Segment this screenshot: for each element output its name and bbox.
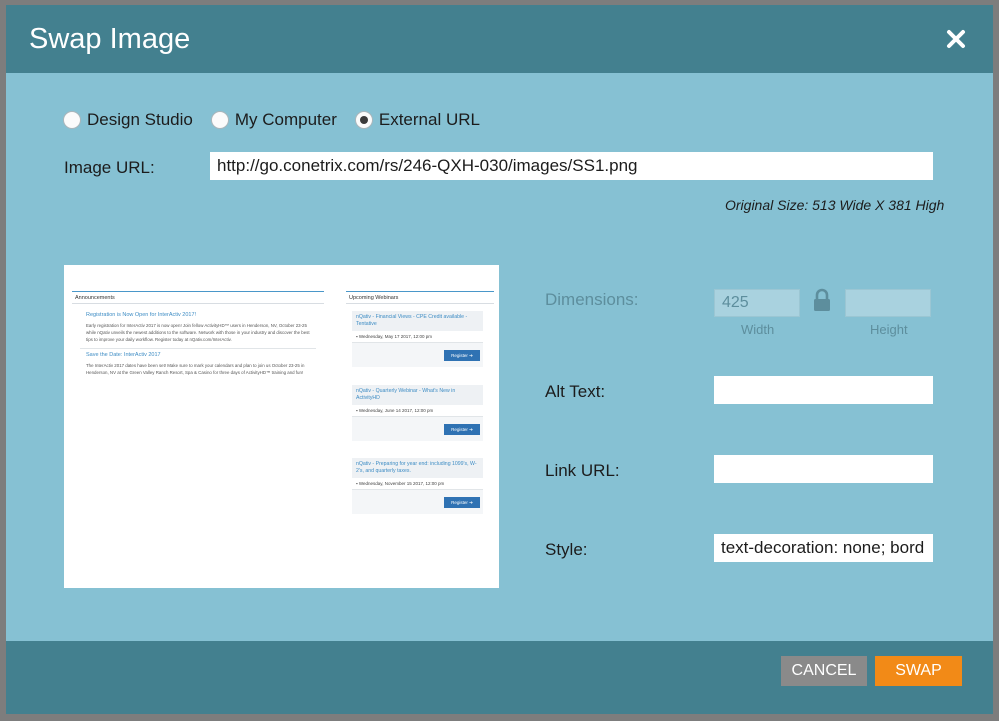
style-label: Style: bbox=[545, 540, 588, 559]
announcement-body: The InterActiv 2017 dates have been set!… bbox=[86, 363, 305, 375]
calendar-icon: ▪ bbox=[356, 408, 358, 413]
announcement-item: Registration is Now Open for InterActiv … bbox=[72, 304, 324, 343]
webinar-card: nQativ - Financial Views - CPE Credit av… bbox=[352, 311, 483, 367]
announcement-body: Early registration for InterActiv 2017 i… bbox=[86, 323, 310, 342]
style-input[interactable] bbox=[714, 534, 933, 562]
original-size-text: Original Size: 513 Wide X 381 High bbox=[725, 197, 945, 213]
webinar-body: Register ➔ bbox=[352, 417, 483, 441]
lock-icon[interactable] bbox=[812, 288, 832, 312]
announcements-panel: Announcements Registration is Now Open f… bbox=[72, 291, 324, 425]
image-source-radio-group: Design Studio My Computer External URL bbox=[63, 110, 480, 130]
register-button: Register ➔ bbox=[444, 424, 480, 435]
radio-circle-design-studio[interactable] bbox=[63, 111, 81, 129]
webinar-date: ▪ Wednesday, June 14 2017, 12:00 pm bbox=[352, 405, 483, 417]
dialog-header: Swap Image bbox=[6, 5, 993, 73]
alt-text-input[interactable] bbox=[714, 376, 933, 404]
webinar-date-text: Wednesday, June 14 2017, 12:00 pm bbox=[358, 408, 434, 413]
webinar-title: nQativ - Quarterly Webinar - What's New … bbox=[352, 385, 483, 405]
height-label: Height bbox=[870, 322, 908, 337]
register-button: Register ➔ bbox=[444, 350, 480, 361]
radio-external-url[interactable]: External URL bbox=[354, 110, 480, 130]
radio-label: Design Studio bbox=[87, 110, 193, 129]
swap-button[interactable]: SWAP bbox=[875, 656, 962, 686]
announcements-title: Announcements bbox=[72, 292, 324, 304]
webinar-date: ▪ Wednesday, May 17 2017, 12:00 pm bbox=[352, 331, 483, 343]
arrow-right-icon: ➔ bbox=[469, 427, 473, 432]
calendar-icon: ▪ bbox=[356, 481, 358, 486]
image-url-input[interactable] bbox=[210, 152, 933, 180]
radio-label: My Computer bbox=[234, 110, 337, 129]
webinar-card: nQativ - Preparing for year end: includi… bbox=[352, 458, 483, 514]
webinar-card: nQativ - Quarterly Webinar - What's New … bbox=[352, 385, 483, 441]
announcement-heading: Save the Date: InterActiv 2017 bbox=[86, 352, 161, 358]
webinar-date: ▪ Wednesday, November 15 2017, 12:00 pm bbox=[352, 478, 483, 490]
link-url-label: Link URL: bbox=[545, 461, 620, 480]
webinar-date-text: Wednesday, May 17 2017, 12:00 pm bbox=[358, 334, 433, 339]
register-label: Register bbox=[451, 500, 468, 505]
webinar-body: Register ➔ bbox=[352, 490, 483, 514]
announcement-item: Save the Date: InterActiv 2017 The Inter… bbox=[72, 349, 324, 376]
radio-design-studio[interactable]: Design Studio bbox=[63, 110, 193, 130]
link-url-input[interactable] bbox=[714, 455, 933, 483]
cancel-button[interactable]: CANCEL bbox=[781, 656, 867, 686]
radio-my-computer[interactable]: My Computer bbox=[210, 110, 337, 130]
radio-circle-my-computer[interactable] bbox=[210, 111, 229, 129]
dialog-title: Swap Image bbox=[29, 23, 191, 55]
alt-text-label: Alt Text: bbox=[545, 382, 606, 401]
width-input[interactable] bbox=[714, 289, 800, 317]
image-preview: Announcements Registration is Now Open f… bbox=[64, 265, 499, 588]
webinar-title: nQativ - Financial Views - CPE Credit av… bbox=[352, 311, 483, 331]
width-label: Width bbox=[741, 322, 775, 337]
height-input[interactable] bbox=[845, 289, 931, 317]
close-icon[interactable] bbox=[944, 27, 968, 51]
webinars-title: Upcoming Webinars bbox=[346, 292, 494, 304]
register-label: Register bbox=[451, 353, 468, 358]
radio-circle-external-url[interactable] bbox=[354, 111, 373, 129]
webinar-body: Register ➔ bbox=[352, 343, 483, 367]
dialog-footer: CANCEL SWAP bbox=[6, 641, 993, 714]
webinar-date-text: Wednesday, November 15 2017, 12:00 pm bbox=[358, 481, 445, 486]
calendar-icon: ▪ bbox=[356, 334, 358, 339]
image-url-label: Image URL: bbox=[64, 158, 155, 177]
register-button: Register ➔ bbox=[444, 497, 480, 508]
register-label: Register bbox=[451, 427, 468, 432]
arrow-right-icon: ➔ bbox=[469, 353, 473, 358]
webinars-panel: Upcoming Webinars nQativ - Financial Vie… bbox=[346, 291, 494, 525]
radio-label: External URL bbox=[378, 110, 480, 129]
dimensions-label: Dimensions: bbox=[545, 290, 639, 309]
announcement-heading: Registration is Now Open for InterActiv … bbox=[86, 312, 197, 318]
arrow-right-icon: ➔ bbox=[469, 500, 473, 505]
webinar-title: nQativ - Preparing for year end: includi… bbox=[352, 458, 483, 478]
swap-image-dialog: Swap Image Design Studio My Computer Ext… bbox=[6, 5, 993, 714]
